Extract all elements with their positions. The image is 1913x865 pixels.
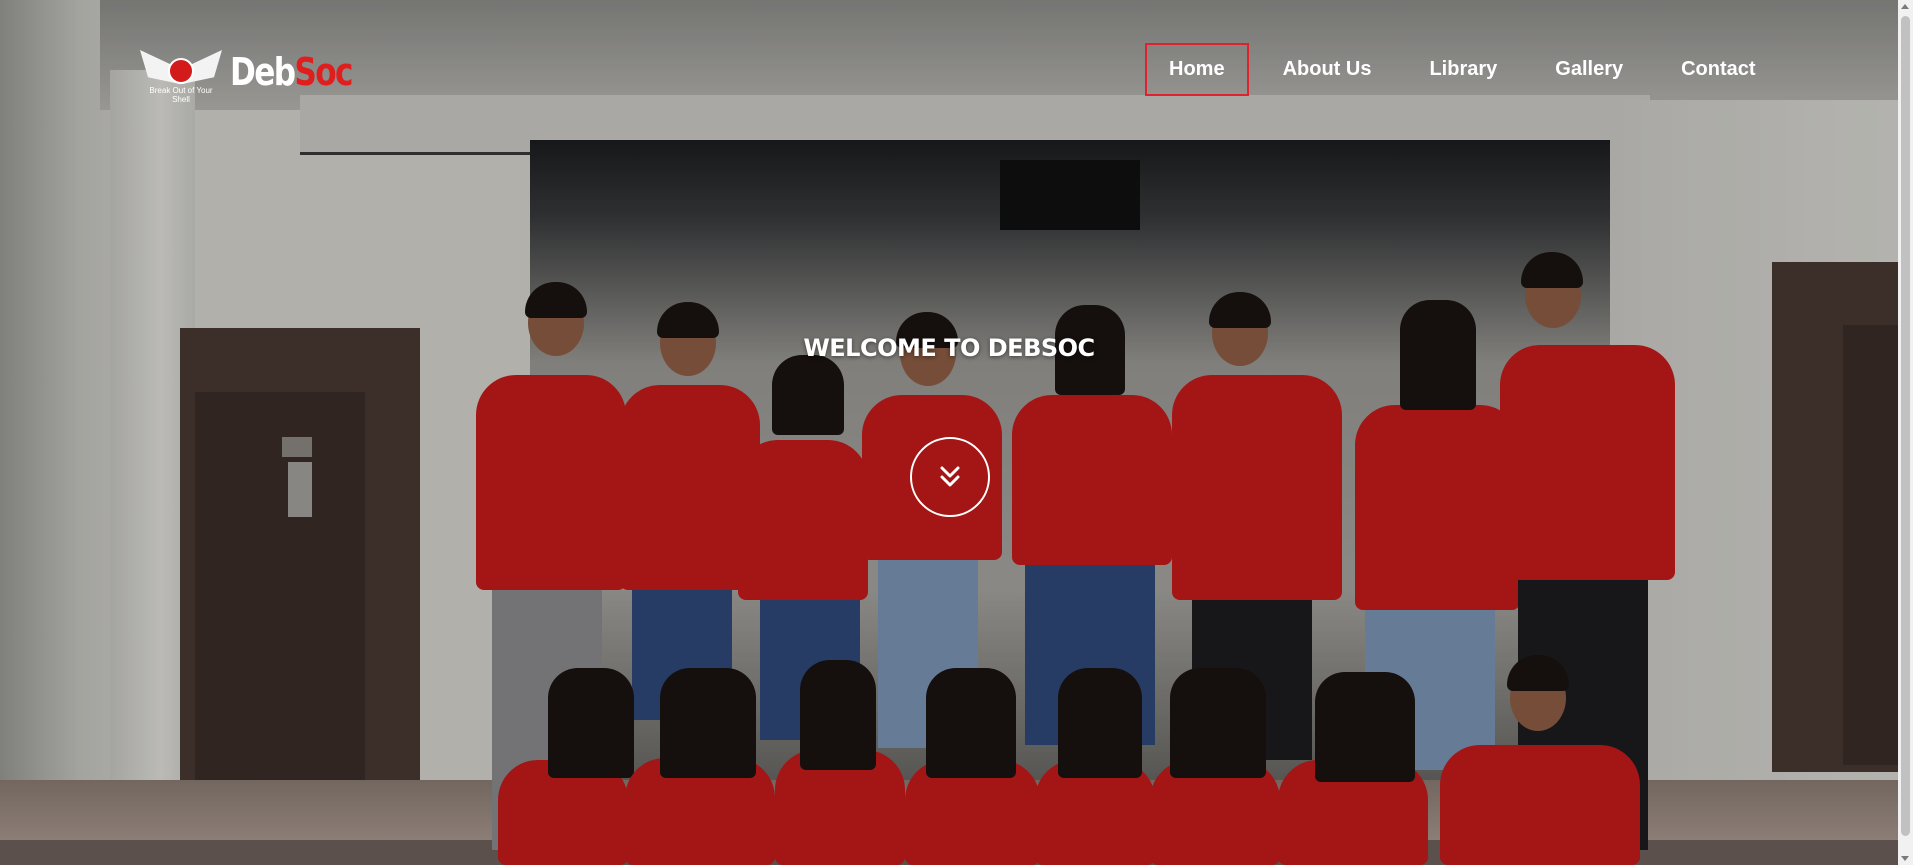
nav-gallery[interactable]: Gallery bbox=[1531, 43, 1647, 96]
top-navbar: Break Out of Your Shell DebSoc Home Abou… bbox=[0, 0, 1913, 110]
page-scrollbar[interactable] bbox=[1898, 0, 1913, 865]
double-chevron-down-icon bbox=[940, 466, 960, 487]
hero-background-photo bbox=[0, 0, 1913, 865]
main-menu: Home About Us Library Gallery Contact bbox=[1145, 43, 1790, 96]
scrollbar-thumb[interactable] bbox=[1901, 16, 1910, 836]
logo-tagline: Break Out of Your Shell bbox=[149, 86, 213, 104]
scroll-down-arrow-icon[interactable] bbox=[1901, 856, 1909, 861]
brand-name: DebSoc bbox=[230, 50, 353, 94]
nav-contact[interactable]: Contact bbox=[1657, 43, 1779, 96]
brand-logo[interactable]: Break Out of Your Shell DebSoc bbox=[140, 44, 379, 104]
winged-logo-emblem-icon: Break Out of Your Shell bbox=[140, 44, 222, 104]
nav-library[interactable]: Library bbox=[1405, 43, 1521, 96]
scroll-down-button[interactable] bbox=[910, 437, 990, 517]
nav-home[interactable]: Home bbox=[1145, 43, 1249, 96]
scroll-up-arrow-icon[interactable] bbox=[1901, 4, 1909, 9]
nav-about-us[interactable]: About Us bbox=[1259, 43, 1396, 96]
brand-name-deb: Deb bbox=[230, 50, 296, 94]
hero-heading: WELCOME TO DEBSOC bbox=[803, 334, 1095, 362]
brand-name-soc: Soc bbox=[294, 50, 353, 94]
